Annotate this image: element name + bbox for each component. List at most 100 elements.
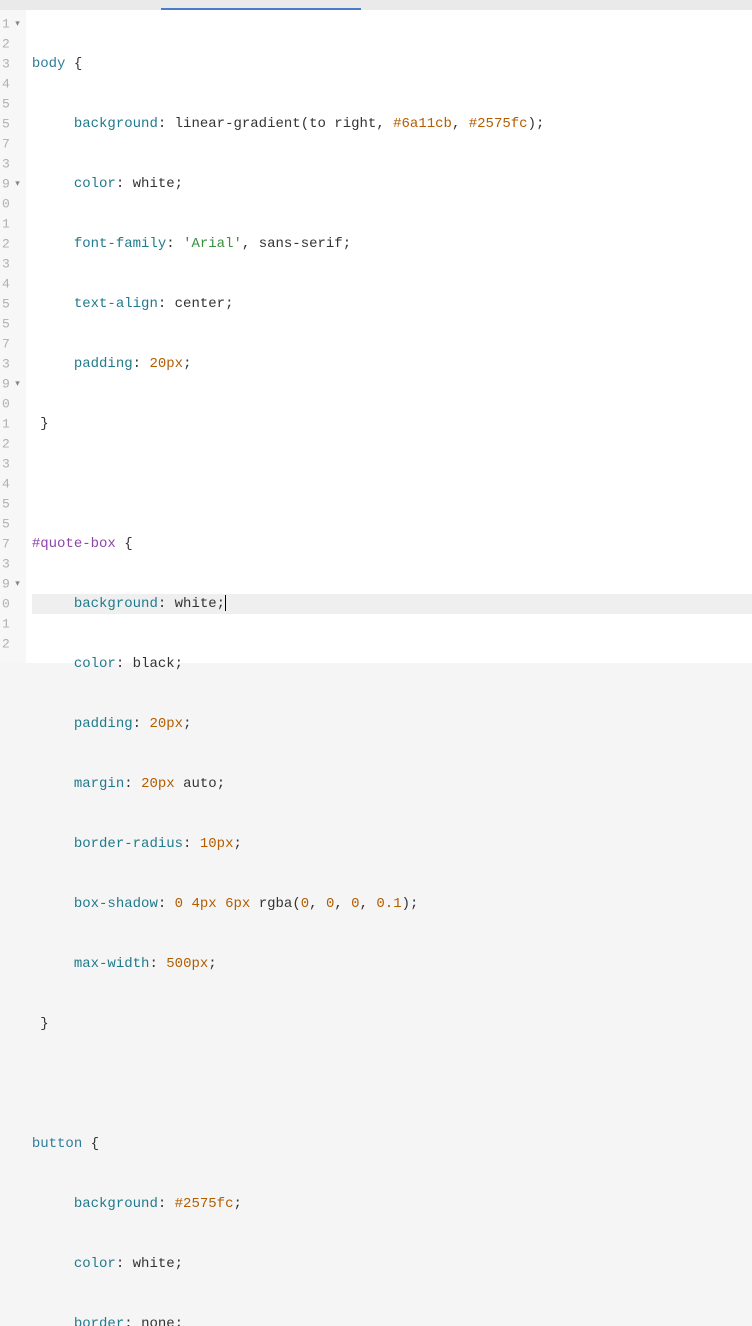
code-line[interactable]: margin: 20px auto;	[32, 774, 752, 794]
property: border-radius	[74, 836, 183, 852]
code-line[interactable]: color: white;	[32, 174, 752, 194]
code-line[interactable]: max-width: 500px;	[32, 954, 752, 974]
code-line[interactable]: #quote-box {	[32, 534, 752, 554]
code-line[interactable]: border: none;	[32, 1314, 752, 1326]
color: #6a11cb	[393, 116, 452, 132]
property: color	[74, 656, 116, 672]
text-cursor	[225, 595, 226, 611]
code-line[interactable]: color: white;	[32, 1254, 752, 1274]
number: 20	[141, 776, 158, 792]
code-line[interactable]: }	[32, 1014, 752, 1034]
unit: px	[191, 956, 208, 972]
unit: px	[166, 716, 183, 732]
code-line[interactable]: background: #2575fc;	[32, 1194, 752, 1214]
brace: }	[40, 416, 48, 432]
value: white	[133, 1256, 175, 1272]
brace: {	[82, 1136, 99, 1152]
line-number: 4	[2, 74, 20, 94]
selector: button	[32, 1136, 82, 1152]
fold-icon[interactable]: ▾	[12, 174, 20, 194]
code-line[interactable]: border-radius: 10px;	[32, 834, 752, 854]
code-line[interactable]	[32, 474, 752, 494]
line-number: 3	[2, 54, 20, 74]
unit: px	[166, 356, 183, 372]
line-number: 0	[2, 594, 20, 614]
code-line[interactable]: box-shadow: 0 4px 6px rgba(0, 0, 0, 0.1)…	[32, 894, 752, 914]
selector: #quote-box	[32, 536, 116, 552]
property: background	[74, 596, 158, 612]
number: 4	[191, 896, 199, 912]
code-line[interactable]: body {	[32, 54, 752, 74]
line-number: 1	[2, 614, 20, 634]
line-number: 3	[2, 354, 20, 374]
value: to right	[309, 116, 376, 132]
property: font-family	[74, 236, 166, 252]
line-number: 7	[2, 534, 20, 554]
fold-icon[interactable]: ▾	[12, 574, 20, 594]
func: rgba	[259, 896, 293, 912]
brace: {	[116, 536, 133, 552]
line-number: 5	[2, 114, 20, 134]
line-number: 5	[2, 494, 20, 514]
value: auto	[183, 776, 217, 792]
code-line[interactable]: color: black;	[32, 654, 752, 674]
brace: {	[65, 56, 82, 72]
line-number: 0	[2, 394, 20, 414]
property: text-align	[74, 296, 158, 312]
property: padding	[74, 716, 133, 732]
code-area[interactable]: body { background: linear-gradient(to ri…	[26, 10, 752, 663]
line-number: 7	[2, 334, 20, 354]
number: 0	[351, 896, 359, 912]
line-number: 1	[2, 214, 20, 234]
number: 0	[301, 896, 309, 912]
property: max-width	[74, 956, 150, 972]
unit: px	[200, 896, 217, 912]
line-number: 0	[2, 194, 20, 214]
code-editor[interactable]: 1▾2 3 4 5 5 7 3 9▾0 1 2 3 4 5 5 7 3 9▾0 …	[0, 10, 752, 663]
property: color	[74, 176, 116, 192]
color: #2575fc	[469, 116, 528, 132]
number: 500	[166, 956, 191, 972]
property: background	[74, 1196, 158, 1212]
line-number: 2	[2, 634, 20, 654]
selector: body	[32, 56, 66, 72]
number: 10	[200, 836, 217, 852]
line-number: 3	[2, 154, 20, 174]
line-number: 5	[2, 294, 20, 314]
code-line[interactable]	[32, 1074, 752, 1094]
color: #2575fc	[175, 1196, 234, 1212]
line-number: 3	[2, 454, 20, 474]
property: margin	[74, 776, 124, 792]
code-line[interactable]: padding: 20px;	[32, 354, 752, 374]
line-number: 5	[2, 314, 20, 334]
colon: :	[158, 116, 175, 132]
line-number: 2	[2, 434, 20, 454]
unit: px	[217, 836, 234, 852]
number: 6	[225, 896, 233, 912]
code-line[interactable]: button {	[32, 1134, 752, 1154]
line-number: 4	[2, 474, 20, 494]
code-line[interactable]: background: linear-gradient(to right, #6…	[32, 114, 752, 134]
unit: px	[234, 896, 251, 912]
string: 'Arial'	[183, 236, 242, 252]
line-number: 7	[2, 134, 20, 154]
value: white	[133, 176, 175, 192]
property: border	[74, 1316, 124, 1326]
line-number: 3	[2, 554, 20, 574]
code-line[interactable]: padding: 20px;	[32, 714, 752, 734]
number: 0	[326, 896, 334, 912]
fold-icon[interactable]: ▾	[12, 14, 20, 34]
tab-bar	[0, 0, 752, 10]
code-line[interactable]: font-family: 'Arial', sans-serif;	[32, 234, 752, 254]
value: white	[175, 596, 217, 612]
fold-icon[interactable]: ▾	[12, 374, 20, 394]
line-number: 5	[2, 94, 20, 114]
property: box-shadow	[74, 896, 158, 912]
code-line-active[interactable]: background: white;	[32, 594, 752, 614]
func: linear-gradient	[175, 116, 301, 132]
line-number: 1▾	[2, 14, 20, 34]
property: padding	[74, 356, 133, 372]
code-line[interactable]: }	[32, 414, 752, 434]
number: 20	[149, 356, 166, 372]
code-line[interactable]: text-align: center;	[32, 294, 752, 314]
